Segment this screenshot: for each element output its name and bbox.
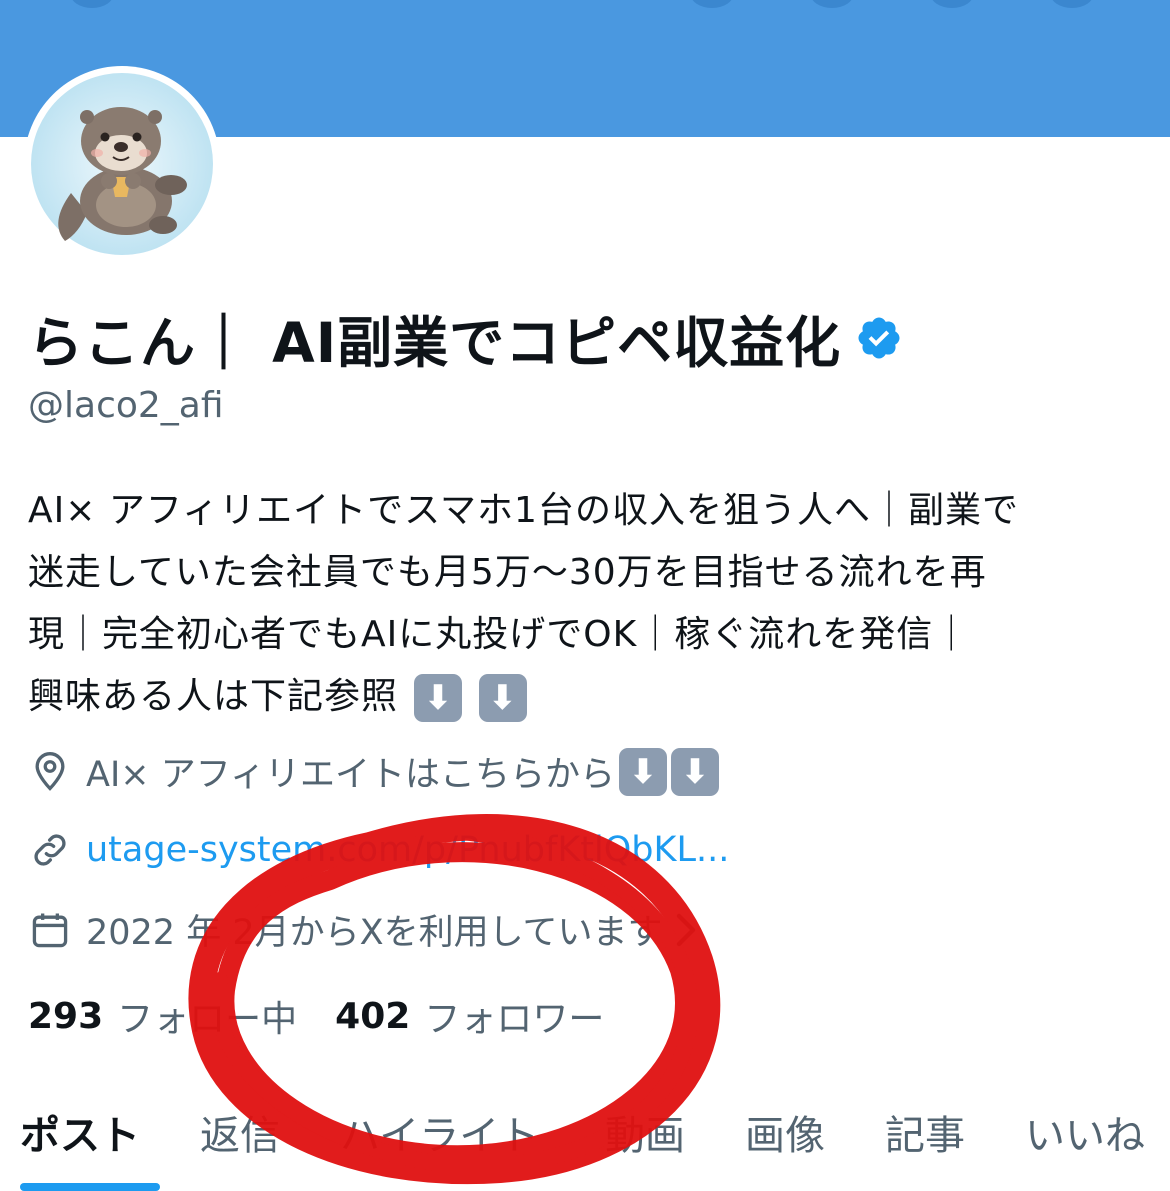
bio-line: 興味ある人は下記参照: [28, 676, 399, 717]
bio-line: AI× アフィリエイトでスマホ1台の収入を狙う人へ｜副業で: [28, 490, 1019, 531]
active-tab-indicator: [20, 1183, 160, 1191]
display-name: らこん｜ AI副業でコピペ収益化: [28, 311, 842, 375]
tab-likes[interactable]: いいね: [1025, 1103, 1145, 1161]
follow-stats: 293 フォロー中 402 フォロワー: [28, 990, 604, 1042]
website-link[interactable]: utage-system.com/p/PnubfKtlQbKL...: [86, 830, 729, 870]
banner-decoration: [690, 0, 734, 8]
banner-decoration: [70, 0, 114, 8]
location-pin-icon: [35, 751, 65, 791]
tab-replies[interactable]: 返信: [200, 1103, 280, 1161]
bio-line: 迷走していた会社員でも月5万〜30万を目指せる流れを再: [28, 552, 987, 593]
tab-posts[interactable]: ポスト: [20, 1103, 140, 1161]
tab-videos[interactable]: 動画: [605, 1103, 685, 1161]
display-name-row: らこん｜ AI副業でコピペ収益化: [28, 298, 903, 378]
down-arrow-emoji-icon: ⬇: [671, 747, 720, 796]
bio-line-last: 興味ある人は下記参照 ⬇ ⬇: [28, 666, 1148, 728]
banner-decoration: [1050, 0, 1094, 8]
joined-row[interactable]: 2022 年 2月からXを利用しています: [28, 904, 699, 955]
bio-line: 現｜完全初心者でもAIに丸投げでOK｜稼ぐ流れを発信｜: [28, 614, 971, 655]
user-handle: @laco2_afi: [28, 385, 224, 426]
banner-decoration: [810, 0, 854, 8]
down-arrow-emoji-icon: ⬇: [619, 747, 668, 796]
following-count[interactable]: 293: [28, 996, 103, 1037]
avatar[interactable]: [24, 66, 220, 262]
tab-articles[interactable]: 記事: [885, 1103, 965, 1161]
otter-avatar-image: [31, 73, 213, 255]
followers-label[interactable]: フォロワー: [424, 990, 604, 1042]
followers-count[interactable]: 402: [335, 996, 410, 1037]
verified-badge-icon[interactable]: [855, 314, 903, 362]
tab-highlights[interactable]: ハイライト: [340, 1103, 539, 1161]
chevron-right-icon[interactable]: [673, 912, 699, 948]
location-text: AI× アフィリエイトはこちらから: [86, 755, 616, 795]
joined-date-text: 2022 年 2月からXを利用しています: [86, 913, 663, 953]
down-arrow-emoji-icon: ⬇: [414, 674, 463, 722]
website-row[interactable]: utage-system.com/p/PnubfKtlQbKL...: [28, 828, 729, 872]
tab-images[interactable]: 画像: [745, 1103, 825, 1161]
banner-decoration: [930, 0, 974, 8]
profile-tabs: ポスト 返信 ハイライト 動画 画像 記事 いいね: [0, 1095, 1170, 1191]
following-label[interactable]: フォロー中: [117, 990, 297, 1042]
calendar-icon: [32, 913, 68, 947]
profile-bio: AI× アフィリエイトでスマホ1台の収入を狙う人へ｜副業で 迷走していた会社員で…: [28, 480, 1148, 728]
link-icon: [34, 834, 66, 866]
location-row: AI× アフィリエイトはこちらから ⬇ ⬇: [28, 746, 720, 797]
down-arrow-emoji-icon: ⬇: [478, 674, 527, 722]
